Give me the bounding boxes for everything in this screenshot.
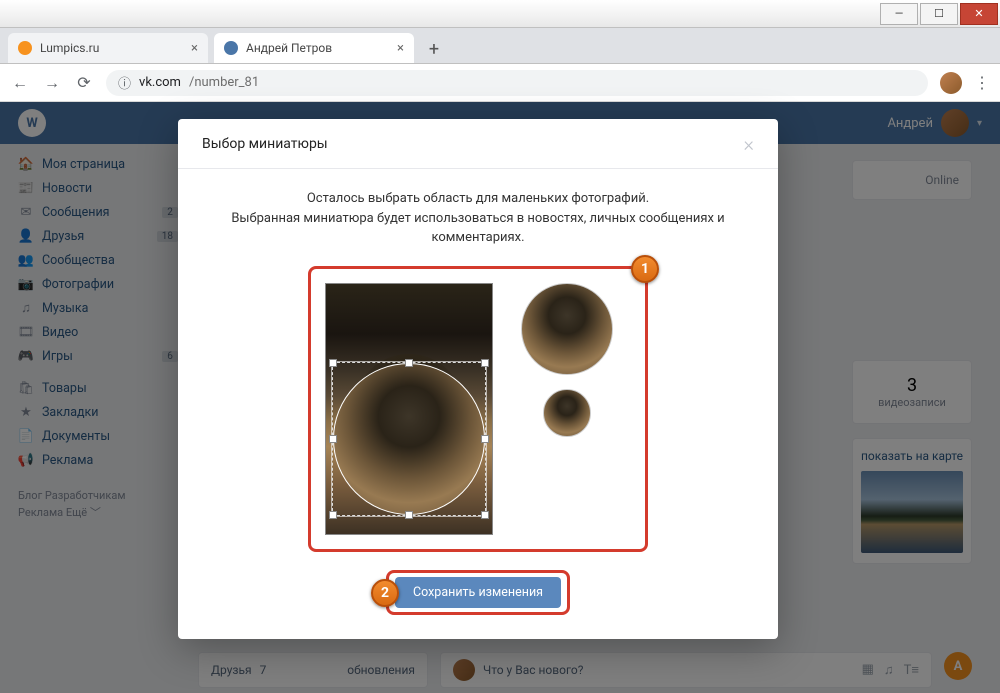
- tab-close-icon[interactable]: ×: [191, 41, 198, 56]
- browser-toolbar: ← → ⟳ ⓘ vk.com/number_81 ⋮: [0, 64, 1000, 102]
- window-close-button[interactable]: ✕: [960, 3, 998, 25]
- tab-vk[interactable]: Андрей Петров ×: [214, 33, 414, 63]
- modal-actions: 2 Сохранить изменения: [218, 570, 738, 615]
- tab-title: Lumpics.ru: [40, 41, 99, 55]
- reload-button[interactable]: ⟳: [74, 73, 94, 92]
- annotation-callout-2: 2: [371, 579, 399, 607]
- resize-handle[interactable]: [405, 511, 413, 519]
- thumbnail-previews: [521, 283, 613, 437]
- address-bar[interactable]: ⓘ vk.com/number_81: [106, 70, 928, 96]
- resize-handle[interactable]: [405, 359, 413, 367]
- modal-body: Осталось выбрать область для маленьких ф…: [178, 169, 778, 639]
- crop-selection[interactable]: [332, 362, 486, 516]
- preview-small: [543, 389, 591, 437]
- resize-handle[interactable]: [481, 435, 489, 443]
- forward-button[interactable]: →: [42, 73, 62, 93]
- resize-handle[interactable]: [329, 511, 337, 519]
- back-button[interactable]: ←: [10, 73, 30, 93]
- crop-area: 1: [308, 266, 648, 552]
- new-tab-button[interactable]: +: [420, 35, 448, 63]
- modal-description: Осталось выбрать область для маленьких ф…: [218, 189, 738, 248]
- thumbnail-modal: Выбор миниатюры × Осталось выбрать облас…: [178, 119, 778, 639]
- annotation-callout-1: 1: [631, 255, 659, 283]
- tab-close-icon[interactable]: ×: [397, 41, 404, 56]
- favicon-icon: [224, 41, 238, 55]
- window-minimize-button[interactable]: —: [880, 3, 918, 25]
- modal-header: Выбор миниатюры ×: [178, 119, 778, 169]
- source-image[interactable]: [325, 283, 493, 535]
- tab-lumpics[interactable]: Lumpics.ru ×: [8, 33, 208, 63]
- url-path: /number_81: [189, 75, 259, 90]
- profile-avatar-icon[interactable]: [940, 72, 962, 94]
- url-domain: vk.com: [139, 75, 181, 90]
- site-info-icon[interactable]: ⓘ: [118, 73, 131, 92]
- save-button-highlight: 2 Сохранить изменения: [386, 570, 570, 615]
- browser-tab-bar: Lumpics.ru × Андрей Петров × +: [0, 28, 1000, 64]
- window-maximize-button[interactable]: ☐: [920, 3, 958, 25]
- resize-handle[interactable]: [329, 359, 337, 367]
- crop-circle-preview: [333, 363, 485, 515]
- window-titlebar: — ☐ ✕: [0, 0, 1000, 28]
- modal-text-line: Выбранная миниатюра будет использоваться…: [218, 209, 738, 248]
- modal-close-button[interactable]: ×: [744, 132, 754, 156]
- browser-menu-button[interactable]: ⋮: [974, 73, 990, 92]
- resize-handle[interactable]: [481, 359, 489, 367]
- preview-large: [521, 283, 613, 375]
- page-content: W Андрей ▾ 🏠Моя страница 📰Новости ✉Сообщ…: [0, 102, 1000, 693]
- save-button[interactable]: Сохранить изменения: [395, 577, 561, 608]
- favicon-icon: [18, 41, 32, 55]
- modal-title: Выбор миниатюры: [202, 136, 328, 152]
- resize-handle[interactable]: [481, 511, 489, 519]
- resize-handle[interactable]: [329, 435, 337, 443]
- tab-title: Андрей Петров: [246, 41, 332, 55]
- modal-text-line: Осталось выбрать область для маленьких ф…: [218, 189, 738, 209]
